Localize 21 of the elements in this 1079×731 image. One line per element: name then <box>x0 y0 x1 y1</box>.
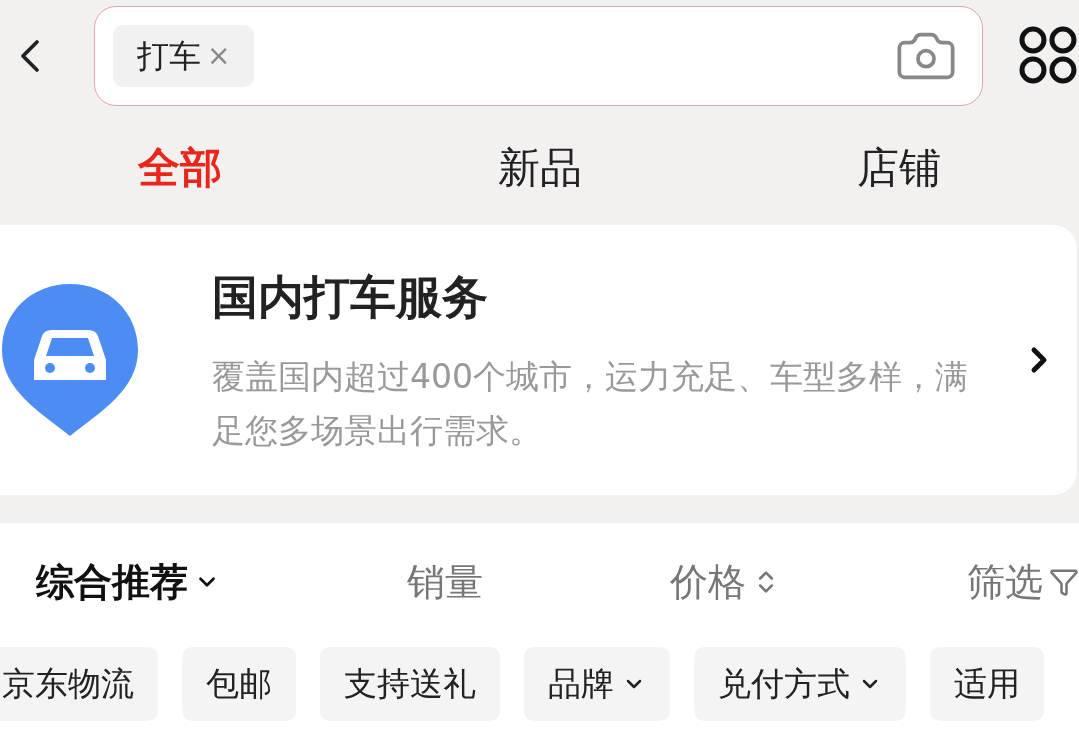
category-tab[interactable]: 全部 <box>0 136 360 199</box>
sort-option[interactable]: 销量 <box>407 553 483 611</box>
category-tab[interactable]: 新品 <box>359 136 720 199</box>
category-tab[interactable]: 店铺 <box>719 136 1079 199</box>
filter-chip[interactable]: 京东物流 <box>0 647 158 721</box>
filter-chip[interactable]: 适用 <box>930 647 1044 721</box>
card-title: 国内打车服务 <box>212 268 489 326</box>
filter-chip[interactable]: 兑付方式 <box>694 647 906 721</box>
filter-chip[interactable]: 包邮 <box>182 647 296 721</box>
tag-label: 打车 <box>136 36 201 77</box>
filter-chip[interactable]: 品牌 <box>524 647 670 721</box>
filter-chip[interactable]: 支持送礼 <box>320 647 500 721</box>
search-field[interactable]: 打车 × <box>93 6 984 106</box>
sort-option[interactable]: 综合推荐 <box>36 553 220 611</box>
sort-option[interactable]: 价格 <box>670 553 780 611</box>
sort-option[interactable]: 筛选 <box>967 553 1079 611</box>
card-description: 覆盖国内超过400个城市，运力充足、车型多样，满足您多场景出行需求。 <box>212 355 969 452</box>
filter-icon <box>1049 567 1079 597</box>
service-card[interactable]: 国内打车服务 覆盖国内超过400个城市，运力充足、车型多样，满足您多场景出行需求。 <box>0 225 1077 495</box>
search-tag[interactable]: 打车 × <box>112 25 255 87</box>
grid-menu-icon[interactable] <box>1019 26 1079 86</box>
